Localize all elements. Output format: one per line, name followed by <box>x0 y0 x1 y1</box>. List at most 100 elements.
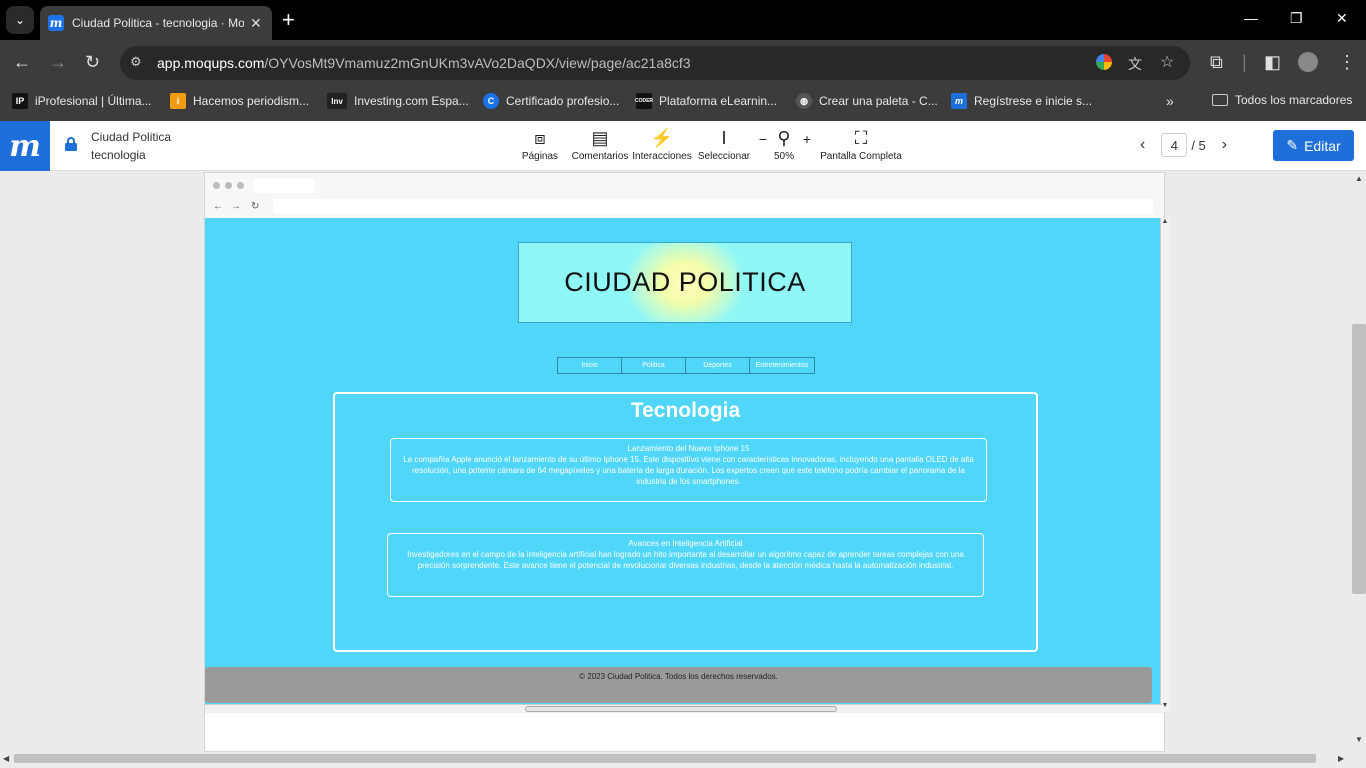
horizontal-scroll-thumb[interactable] <box>14 754 1316 763</box>
forward-icon[interactable]: → <box>49 52 67 72</box>
close-window-icon[interactable]: ✕ <box>1336 10 1348 27</box>
article-body: Investigadores en el campo de la intelig… <box>407 550 964 570</box>
coder-icon: CODER <box>635 93 653 109</box>
moqups-favicon-icon: m <box>48 15 64 31</box>
page-number-input[interactable]: 4 <box>1161 133 1188 157</box>
bookmark-plataforma[interactable]: CODER Plataforma eLearnin... <box>635 93 778 109</box>
project-name: Ciudad Politica <box>91 130 172 144</box>
article-card: Avances en Inteligencia Artificial Inves… <box>387 533 984 597</box>
mockup-vertical-scrollbar[interactable]: ▲ ▼ <box>1160 218 1169 712</box>
bookmark-registrese[interactable]: m Regístrese e inicie s... <box>951 93 1092 109</box>
profile-avatar[interactable] <box>1298 52 1318 72</box>
comments-icon: ▤ <box>591 128 609 148</box>
bookmark-certificado[interactable]: C Certificado profesio... <box>483 93 619 109</box>
browser-tab-active[interactable]: m Ciudad Politica - tecnologia · Moqups … <box>40 6 272 40</box>
scroll-down-icon[interactable]: ▼ <box>1355 735 1363 744</box>
vertical-scroll-thumb[interactable] <box>1352 324 1366 594</box>
investing-icon: Inv <box>327 93 347 109</box>
reload-icon[interactable]: ↻ <box>85 52 100 72</box>
moqups-header: m Ciudad Politica tecnologia ⧈ Páginas ▤… <box>0 121 1366 171</box>
mockup-horizontal-scrollbar[interactable] <box>205 704 1164 713</box>
browser-mockup-frame: ← → ↻ CIUDAD POLITICA Inicio Politica De… <box>204 172 1169 752</box>
interactions-tool[interactable]: ⚡ Interacciones <box>631 125 693 162</box>
mockup-dot <box>213 182 220 189</box>
mockup-reload-icon: ↻ <box>251 201 260 212</box>
google-icon[interactable] <box>1096 54 1112 73</box>
extensions-icon[interactable]: ⧉ <box>1210 52 1223 72</box>
url-text[interactable]: app.moqups.com/OYVosMt9Vmamuz2mGnUKm3vAV… <box>157 55 691 71</box>
fullscreen-tool[interactable]: ⛶ Pantalla Completa <box>816 125 906 162</box>
mockup-browser-chrome: ← → ↻ <box>205 173 1164 219</box>
tab-title: Ciudad Politica - tecnologia · Moqups <box>72 16 244 30</box>
bookmark-label: Regístrese e inicie s... <box>974 94 1093 108</box>
page-horizontal-scrollbar[interactable]: ◀ ▶ <box>0 752 1352 768</box>
article-title: Lanzamiento del Nuevo Iphone 15 <box>627 444 750 453</box>
zoom-in-button[interactable]: + <box>800 131 814 147</box>
mockup-forward-icon: → <box>231 201 241 212</box>
zoom-out-button[interactable]: − <box>756 131 770 147</box>
menu-kebab-icon[interactable]: ⋮ <box>1338 52 1356 72</box>
nav-item-deportes[interactable]: Deportes <box>686 358 750 373</box>
page-vertical-scrollbar[interactable]: ▲ ▼ <box>1352 172 1366 752</box>
bookmark-crear-paleta[interactable]: ◍ Crear una paleta - C... <box>796 93 938 109</box>
page-name: tecnologia <box>91 148 146 162</box>
nav-item-politica[interactable]: Politica <box>622 358 686 373</box>
bookmark-iprofesional[interactable]: IP iProfesional | Última... <box>12 93 152 109</box>
new-tab-button[interactable]: + <box>282 8 295 32</box>
pages-tool[interactable]: ⧈ Páginas <box>520 125 560 162</box>
all-bookmarks-label: Todos los marcadores <box>1235 93 1353 107</box>
tab-close-icon[interactable]: ✕ <box>250 15 262 32</box>
translate-icon[interactable]: 文 <box>1128 54 1142 74</box>
address-bar[interactable]: ⚙ app.moqups.com/OYVosMt9Vmamuz2mGnUKm3v… <box>120 46 1190 80</box>
restore-icon[interactable]: ❐ <box>1290 10 1303 27</box>
mockup-scroll-thumb[interactable] <box>525 706 837 712</box>
bookmark-label: Hacemos periodism... <box>193 94 310 108</box>
nav-item-inicio[interactable]: Inicio <box>558 358 622 373</box>
tab-search-button[interactable]: ⌄ <box>6 6 34 34</box>
bookmark-label: Certificado profesio... <box>506 94 620 108</box>
scroll-left-icon[interactable]: ◀ <box>3 754 9 763</box>
article-title: Avances en Inteligencia Artificial <box>628 539 743 548</box>
side-panel-icon[interactable]: ◧ <box>1264 52 1281 72</box>
select-tool[interactable]: I Seleccionar <box>694 125 754 162</box>
more-bookmarks-icon[interactable]: » <box>1166 93 1174 109</box>
moqups-logo[interactable]: m <box>0 121 50 171</box>
info-icon: i <box>170 93 186 109</box>
bookmark-hacemos-periodismo[interactable]: i Hacemos periodism... <box>170 93 309 109</box>
article-card: Lanzamiento del Nuevo Iphone 15 La compa… <box>390 438 987 502</box>
edit-button[interactable]: ✎ Editar <box>1273 130 1354 161</box>
page-total: / 5 <box>1191 137 1206 153</box>
site-footer: © 2023 Ciudad Politica. Todos los derech… <box>205 667 1152 703</box>
back-icon[interactable]: ← <box>13 52 31 72</box>
site-settings-icon[interactable]: ⚙ <box>130 54 142 70</box>
bookmark-label: Investing.com Espa... <box>354 94 469 108</box>
tool-label: Páginas <box>521 151 559 162</box>
nav-item-entretenimientos[interactable]: Entretenimientos <box>750 358 814 373</box>
site-title: CIUDAD POLITICA <box>564 267 806 297</box>
all-bookmarks-folder[interactable]: Todos los marcadores <box>1212 93 1352 107</box>
page-navigator: ‹ 4 / 5 › <box>1140 133 1227 157</box>
zoom-tool[interactable]: ⚲ 50% <box>772 125 796 162</box>
next-page-icon[interactable]: › <box>1222 136 1227 154</box>
bookmark-label: Crear una paleta - C... <box>819 94 938 108</box>
minimize-icon[interactable]: ― <box>1244 10 1258 26</box>
bookmark-investing[interactable]: Inv Investing.com Espa... <box>327 93 469 109</box>
site-nav-menu: Inicio Politica Deportes Entretenimiento… <box>557 357 815 374</box>
browser-tab-strip: ⌄ m Ciudad Politica - tecnologia · Moqup… <box>0 0 1366 40</box>
globe-icon: ◍ <box>796 93 812 109</box>
comments-tool[interactable]: ▤ Comentarios <box>569 125 631 162</box>
mockup-dot <box>225 182 232 189</box>
tecnologia-panel: Tecnologia Lanzamiento del Nuevo Iphone … <box>333 392 1038 652</box>
section-title: Tecnologia <box>630 399 741 422</box>
site-page: CIUDAD POLITICA Inicio Politica Deportes… <box>205 218 1160 705</box>
scroll-up-icon[interactable]: ▲ <box>1355 174 1363 183</box>
prev-page-icon[interactable]: ‹ <box>1140 136 1145 154</box>
scroll-right-icon[interactable]: ▶ <box>1338 754 1344 763</box>
iprofesional-icon: IP <box>12 93 28 109</box>
tool-label: Comentarios <box>571 151 629 162</box>
scroll-up-icon[interactable]: ▲ <box>1161 218 1169 225</box>
fullscreen-icon: ⛶ <box>854 128 868 148</box>
bookmark-star-icon[interactable]: ☆ <box>1160 52 1174 72</box>
zoom-icon: ⚲ <box>777 128 791 148</box>
bookmark-label: Plataforma eLearnin... <box>659 94 778 108</box>
